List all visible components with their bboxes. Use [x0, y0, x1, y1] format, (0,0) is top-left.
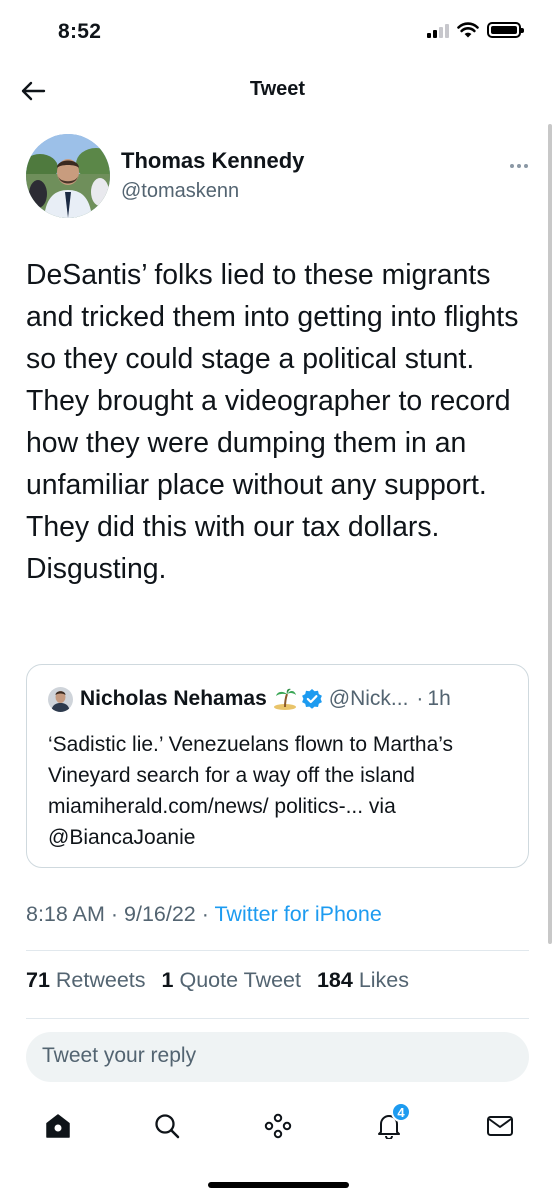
quoted-author-avatar: [48, 686, 73, 712]
quote-tweets-count: 1: [161, 968, 174, 992]
tweet-timestamp: 8:18 AM · 9/16/22 · Twitter for iPhone: [26, 902, 382, 927]
page-title: Tweet: [249, 78, 306, 100]
tab-search[interactable]: [147, 1106, 187, 1146]
quote-tweets-stat[interactable]: 1 Quote Tweet: [162, 968, 301, 992]
quoted-tweet-header: Nicholas Nehamas @Nick... · 1h: [48, 685, 512, 713]
likes-stat[interactable]: 184 Likes: [317, 968, 409, 992]
island-emoji-icon: [273, 688, 297, 710]
reply-input[interactable]: [42, 1044, 502, 1068]
quote-tweets-label: Quote Tweet: [179, 968, 301, 992]
quoted-author-name: Nicholas Nehamas: [80, 687, 267, 710]
wifi-icon: [457, 22, 479, 38]
home-icon: [46, 1114, 70, 1138]
retweets-count: 71: [26, 968, 50, 992]
author-avatar[interactable]: [26, 134, 110, 218]
tab-home[interactable]: [38, 1106, 78, 1146]
status-bar: 8:52: [0, 0, 555, 62]
separator-dot: ·: [201, 902, 215, 926]
notifications-badge: 4: [391, 1102, 411, 1122]
quoted-tweet-card[interactable]: Nicholas Nehamas @Nick... · 1h ‘Sadistic…: [26, 664, 529, 868]
more-icon: [510, 164, 528, 168]
tweet-date: 9/16/22: [124, 902, 196, 926]
author-name[interactable]: Thomas Kennedy: [121, 148, 304, 174]
home-indicator: [208, 1182, 349, 1188]
tweet-time: 8:18 AM: [26, 902, 105, 926]
scroll-indicator: [548, 124, 552, 944]
tab-spaces[interactable]: [258, 1106, 298, 1146]
likes-count: 184: [316, 968, 353, 992]
tab-messages[interactable]: [480, 1106, 520, 1146]
retweets-label: Retweets: [55, 968, 146, 992]
nav-bar: Tweet: [0, 62, 555, 118]
tweet-source-link[interactable]: Twitter for iPhone: [214, 902, 381, 926]
spaces-icon: [264, 1113, 292, 1139]
messages-icon: [487, 1116, 513, 1136]
quoted-tweet-time: 1h: [427, 687, 451, 710]
cellular-signal-icon: [427, 22, 449, 38]
separator-dot: ·: [416, 687, 424, 710]
verified-badge-icon: [301, 688, 323, 710]
separator-dot: ·: [110, 902, 125, 926]
reply-box[interactable]: [26, 1032, 529, 1082]
status-time: 8:52: [58, 20, 102, 43]
divider: [26, 950, 529, 951]
tweet-text: DeSantis’ folks lied to these migrants a…: [26, 259, 519, 585]
quoted-tweet-text: ‘Sadistic lie.’ Venezuelans flown to Mar…: [48, 733, 454, 849]
likes-label: Likes: [358, 968, 410, 992]
divider: [26, 1018, 529, 1019]
author-handle[interactable]: @tomaskenn: [121, 180, 239, 203]
tab-notifications[interactable]: 4: [369, 1102, 411, 1146]
quoted-author-handle: @Nick...: [328, 687, 409, 710]
more-options-button[interactable]: [509, 152, 529, 175]
tweet-author: Thomas Kennedy @tomaskenn: [26, 134, 529, 220]
search-icon: [155, 1114, 180, 1139]
retweets-stat[interactable]: 71 Retweets: [26, 968, 146, 992]
battery-icon: [487, 22, 524, 38]
tweet-stats: 71 Retweets 1 Quote Tweet 184 Likes: [26, 968, 419, 993]
tab-bar: 4: [0, 1094, 555, 1156]
status-icons: [427, 22, 524, 38]
